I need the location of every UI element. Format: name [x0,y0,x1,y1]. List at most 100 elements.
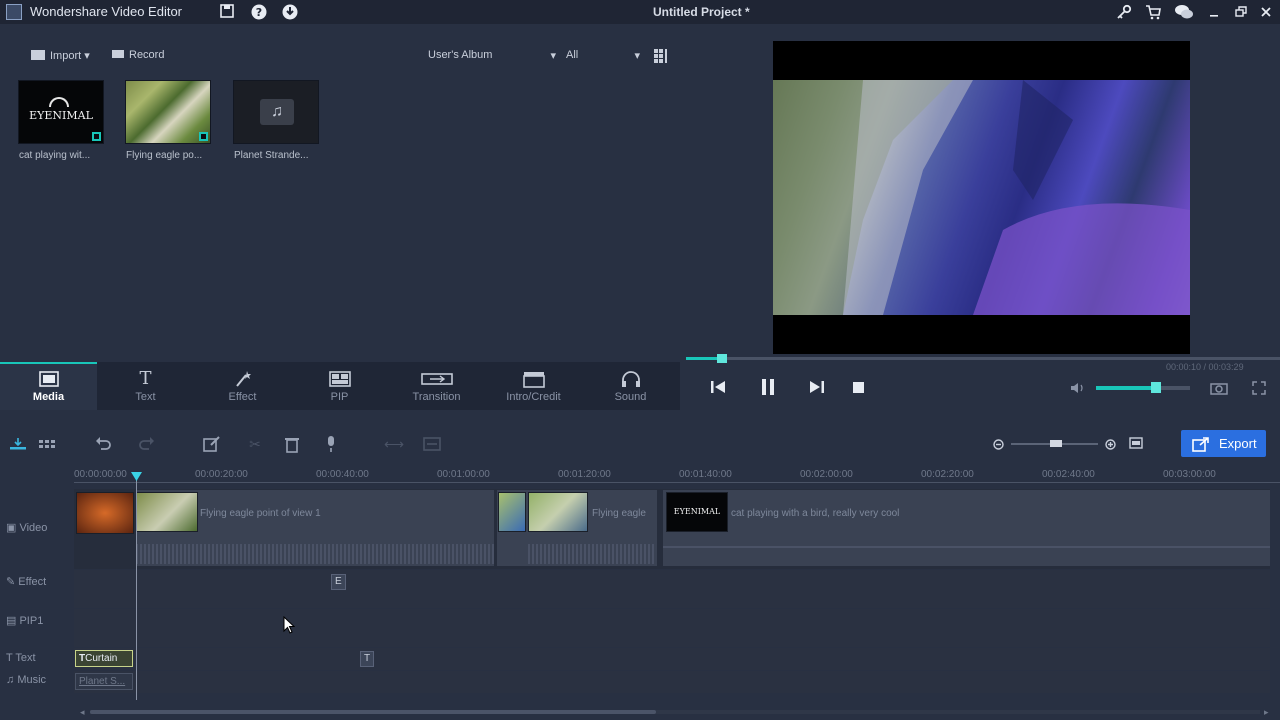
record-button[interactable]: Record [112,49,164,61]
timeline-ruler[interactable]: 00:00:00:00 00:00:20:00 00:00:40:00 00:0… [74,466,1280,486]
redo-icon[interactable] [138,435,156,453]
export-icon [1192,436,1210,452]
music-track-icon: ♫ [6,674,15,686]
download-icon[interactable] [282,4,298,20]
storyboard-view-icon[interactable] [38,435,56,453]
tab-intro-credit[interactable]: Intro/Credit [485,362,582,410]
help-icon[interactable]: ? [251,4,267,20]
microphone-icon[interactable] [322,435,340,453]
timeline-clip[interactable]: Flying eagle point of view 1 [136,490,494,566]
added-badge-icon [199,132,208,141]
volume-slider[interactable] [1096,382,1190,393]
ruler-tick-label: 00:00:20:00 [195,469,248,480]
clip-thumbnail [528,492,588,532]
horizontal-scrollbar[interactable] [90,710,1260,714]
effect-track-icon: ✎ [6,576,16,588]
zoom-out-icon[interactable] [993,439,1004,450]
ruler-tick-label: 00:02:20:00 [921,469,974,480]
volume-handle[interactable] [1151,382,1161,393]
text-clip-label: Curtain [85,653,118,664]
clapper-icon [522,370,545,388]
text-track [74,648,1270,670]
record-label: Record [129,49,165,61]
album-select[interactable]: User's Album ▾ [428,49,556,62]
project-title: Untitled Project * [653,5,750,19]
import-button[interactable]: Import ▾ [31,49,90,62]
scrollbar-thumb[interactable] [90,710,656,714]
tab-transition[interactable]: Transition [388,362,485,410]
close-icon[interactable] [1258,4,1274,20]
title-bar: Wondershare Video Editor ? Untitled Proj… [0,0,1280,24]
cart-icon[interactable] [1145,4,1161,20]
music-clip[interactable]: Planet S... [75,673,133,690]
split-icon[interactable]: ⟷ [384,435,404,453]
restore-icon[interactable] [1233,4,1249,20]
zoom-in-icon[interactable] [1105,439,1116,450]
ruler-tick-label: 00:01:00:00 [437,469,490,480]
delete-icon[interactable] [283,435,301,453]
save-icon[interactable] [220,4,236,20]
cut-icon[interactable]: ✂ [246,435,264,453]
camera-icon [112,50,124,58]
text-clip[interactable]: TCurtain [75,650,133,667]
tab-pip[interactable]: PIP [291,362,388,410]
tab-text[interactable]: T Text [97,362,194,410]
preview-seek-bar[interactable] [686,354,1280,363]
track-label-text: Music [17,674,47,686]
media-thumbnail: ♫ [233,80,319,144]
scroll-left-icon[interactable]: ◂ [80,707,85,718]
playback-time: 00:00:10 / 00:03:29 [1166,362,1244,372]
step-back-icon[interactable] [710,380,726,394]
view-grid-icon[interactable] [654,49,668,63]
track-label-text-track: T Text [6,652,36,664]
album-select-value: User's Album [428,49,493,61]
tab-sound[interactable]: Sound [582,362,679,410]
marker-text: T [364,653,371,664]
ruler-tick-label: 00:00:00:00 [74,469,127,480]
zoom-handle[interactable] [1050,440,1062,447]
marker-text: E [335,576,342,587]
tab-label: Media [32,391,65,403]
track-label-text: PIP1 [19,615,44,627]
fullscreen-icon[interactable] [1252,381,1266,395]
minimize-icon[interactable] [1206,4,1222,20]
timeline-clip[interactable]: EYENIMAL cat playing with a bird, really… [663,490,1270,566]
tab-label: Effect [228,391,257,403]
snapshot-icon[interactable] [1210,381,1228,395]
pause-icon[interactable] [761,379,775,395]
effect-marker[interactable]: E [331,574,346,590]
svg-text:?: ? [256,6,262,19]
video-track-icon: ▣ [6,522,17,534]
pip-track-icon: ▤ [6,615,17,627]
timeline-clip[interactable]: Flying eagle [497,490,657,566]
tab-media[interactable]: Media [0,362,97,410]
chevron-down-icon: ▾ [634,50,640,62]
playhead[interactable] [136,472,137,700]
pip-track [74,609,1270,647]
tab-effect[interactable]: Effect [194,362,291,410]
chat-icon[interactable] [1174,4,1194,20]
tab-label: Sound [614,391,647,403]
undo-icon[interactable] [94,435,112,453]
step-forward-icon[interactable] [809,380,825,394]
text-marker[interactable]: T [360,651,375,667]
export-button[interactable]: Export [1181,430,1266,457]
ruler-tick-label: 00:03:00:00 [1163,469,1216,480]
pip-icon [328,370,351,388]
fit-timeline-icon[interactable] [1129,437,1143,449]
scroll-right-icon[interactable]: ▸ [1264,707,1269,718]
ruler-tick-label: 00:00:40:00 [316,469,369,480]
zoom-slider[interactable] [1011,440,1098,447]
detach-audio-icon[interactable] [423,435,441,453]
magic-wand-icon [232,370,254,388]
headphones-icon [620,370,642,388]
filter-select[interactable]: All ▾ [566,49,640,62]
track-label-text: Video [19,522,48,534]
timeline-view-icon[interactable] [9,435,27,453]
key-icon[interactable] [1116,4,1132,20]
intro-clip[interactable] [76,492,134,534]
edit-icon[interactable] [203,435,221,453]
folder-icon [31,50,45,60]
volume-icon[interactable] [1070,382,1086,394]
stop-icon[interactable] [853,382,864,393]
